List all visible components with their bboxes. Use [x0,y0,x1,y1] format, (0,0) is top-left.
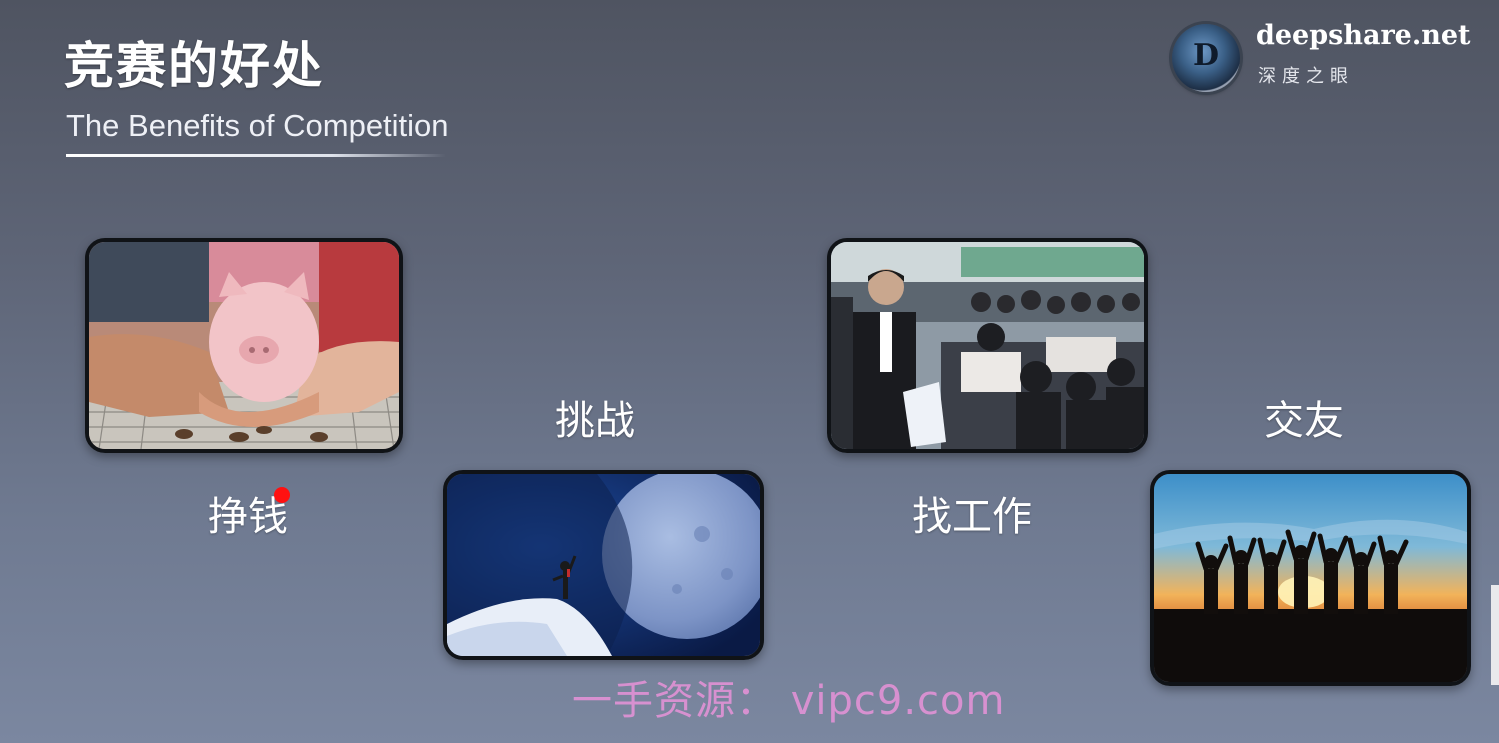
benefit-label-job: 找工作 [912,494,1032,540]
logo-emblem-letter: D [1192,38,1219,73]
benefit-label-challenge: 挑战 [555,398,635,444]
climber-moon-photo [443,470,764,660]
edge-strip [1491,585,1499,685]
job-fair-photo [827,238,1148,453]
slide-title: 竞赛的好处 [64,37,324,95]
eye-logo-icon: D [1172,24,1240,92]
slide-subtitle: The Benefits of Competition [66,108,449,143]
logo-name: deepshare.net [1256,20,1471,51]
watermark-text: 一手资源： vipc9.com [572,678,1006,724]
friends-sunset-photo [1150,470,1471,686]
title-underline [66,154,446,157]
laser-pointer-dot [274,487,290,503]
benefit-label-friends: 交友 [1264,398,1344,444]
piggy-bank-photo [85,238,403,453]
deepshare-logo: D deepshare.net 深度之眼 [1170,20,1471,102]
logo-tagline: 深度之眼 [1258,66,1354,87]
